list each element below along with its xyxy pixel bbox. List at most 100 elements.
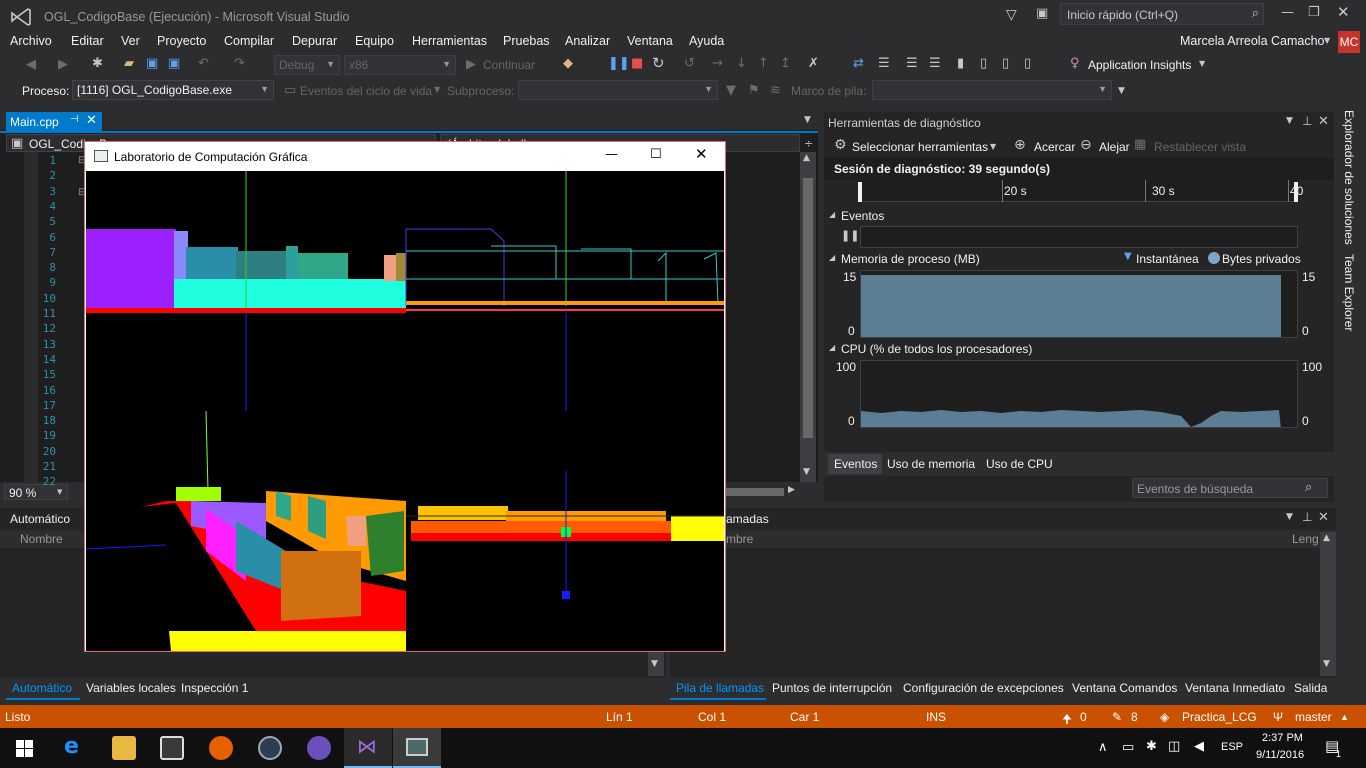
timeline-start-handle[interactable]: [858, 182, 862, 202]
redo-icon[interactable]: ↷: [234, 57, 245, 70]
zoom-in-button[interactable]: Acercar: [1034, 140, 1075, 154]
battery-icon[interactable]: ▭: [1122, 741, 1134, 754]
feedback-icon[interactable]: ▣: [1036, 7, 1048, 20]
stack-frame-select[interactable]: ▼: [872, 80, 1112, 100]
horizontal-scroll-thumb[interactable]: [726, 488, 784, 496]
maximize-icon[interactable]: ☐: [650, 148, 662, 161]
split-icon[interactable]: ÷: [804, 138, 813, 149]
memory-chart[interactable]: [860, 270, 1298, 338]
bookmark-prev-icon[interactable]: ▯: [980, 57, 987, 70]
menu-depurar[interactable]: Depurar: [292, 34, 337, 48]
menu-ayuda[interactable]: Ayuda: [689, 34, 724, 48]
indent-icon[interactable]: ☰: [906, 57, 918, 70]
chevron-down-icon[interactable]: ▼: [1286, 117, 1293, 126]
filter-icon[interactable]: ▼: [726, 84, 736, 97]
edge-icon[interactable]: e: [64, 736, 79, 758]
thread-select[interactable]: ▼: [518, 80, 718, 100]
cpu-chart[interactable]: [860, 360, 1298, 428]
tab-locals[interactable]: Variables locales: [86, 681, 176, 695]
pin-icon[interactable]: ⊥: [1302, 511, 1312, 523]
reset-view-button[interactable]: Restablecer vista: [1154, 140, 1246, 154]
close-icon[interactable]: ✕: [86, 114, 97, 127]
scroll-thumb[interactable]: [803, 178, 813, 438]
tab-command-window[interactable]: Ventana Comandos: [1072, 681, 1177, 695]
bluetooth-icon[interactable]: ✱: [1146, 740, 1157, 753]
format-icon[interactable]: ☰: [878, 57, 890, 70]
quick-launch-input[interactable]: Inicio rápido (Ctrl+Q) ⌕: [1060, 3, 1264, 25]
vertical-scrollbar[interactable]: ▲ ▼: [1320, 532, 1336, 676]
scroll-down-icon[interactable]: ▼: [651, 660, 658, 669]
process-select[interactable]: [1116] OGL_CodigoBase.exe ▼: [72, 80, 274, 100]
tab-autos[interactable]: Automático: [6, 678, 80, 700]
zoom-out-button[interactable]: Alejar: [1099, 140, 1130, 154]
pin-icon[interactable]: ⊥: [1302, 115, 1312, 127]
outdent-icon[interactable]: ☰: [929, 57, 941, 70]
network-icon[interactable]: ◫: [1168, 740, 1180, 753]
unpublished-commits[interactable]: 0: [1080, 710, 1087, 724]
file-explorer-icon[interactable]: [112, 736, 136, 760]
avatar[interactable]: MC: [1338, 31, 1360, 53]
menu-analizar[interactable]: Analizar: [565, 34, 610, 48]
tab-immediate-window[interactable]: Ventana Inmediato: [1185, 681, 1285, 695]
expand-icon[interactable]: ◢: [829, 254, 835, 262]
branch-name[interactable]: master: [1295, 710, 1332, 724]
scroll-up-icon[interactable]: ▲: [1323, 534, 1330, 543]
chevron-up-icon[interactable]: ▲: [1340, 712, 1349, 722]
menu-pruebas[interactable]: Pruebas: [503, 34, 550, 48]
pending-changes[interactable]: 8: [1131, 710, 1138, 724]
expand-icon[interactable]: ◢: [829, 211, 835, 219]
menu-archivo[interactable]: Archivo: [10, 34, 52, 48]
repository-name[interactable]: Practica_LCG: [1182, 710, 1257, 724]
clock-date[interactable]: 9/11/2016: [1256, 749, 1304, 761]
continue-button[interactable]: Continuar: [483, 58, 535, 72]
opengl-app-window[interactable]: Laboratorio de Computación Gráfica — ☐ ✕: [84, 141, 726, 652]
opengl-render-canvas[interactable]: [86, 171, 724, 651]
windows-start-icon[interactable]: [16, 740, 33, 757]
menu-ver[interactable]: Ver: [121, 34, 140, 48]
open-folder-icon[interactable]: ▰: [124, 57, 134, 70]
bookmark-icon[interactable]: ▮: [957, 57, 964, 70]
pause-icon[interactable]: ❚❚: [608, 57, 630, 70]
minimize-icon[interactable]: —: [605, 148, 618, 161]
tab-main-cpp[interactable]: Main.cpp ⊣ ✕: [6, 112, 102, 131]
restore-icon[interactable]: ❐: [1308, 6, 1320, 19]
menu-herramientas[interactable]: Herramientas: [412, 34, 487, 48]
tab-eventos[interactable]: Eventos: [828, 454, 882, 474]
back-icon[interactable]: ◀: [26, 58, 36, 71]
close-icon[interactable]: ✕: [1318, 115, 1329, 128]
menu-compilar[interactable]: Compilar: [224, 34, 274, 48]
step-into-icon[interactable]: →: [712, 57, 723, 70]
show-next-statement-icon[interactable]: ↺: [684, 57, 695, 70]
filter-icon[interactable]: ▽: [1006, 8, 1017, 22]
toolbar-overflow-icon[interactable]: ▼: [1118, 87, 1125, 96]
scroll-down-icon[interactable]: ▼: [803, 468, 810, 477]
github-icon[interactable]: [307, 736, 331, 760]
store-icon[interactable]: [160, 736, 184, 760]
timeline-ruler[interactable]: 20 s 30 s 40: [858, 180, 1303, 202]
menu-proyecto[interactable]: Proyecto: [157, 34, 206, 48]
save-all-icon[interactable]: ▣: [168, 57, 180, 70]
pause-events-icon[interactable]: ❚❚: [841, 230, 859, 241]
configuration-select[interactable]: Debug ▼: [274, 55, 340, 75]
platform-select[interactable]: x86 ▼: [344, 55, 456, 75]
close-icon[interactable]: ✕: [695, 147, 708, 162]
tab-cpu-usage[interactable]: Uso de CPU: [986, 457, 1053, 471]
stop-icon[interactable]: ■: [631, 57, 643, 70]
hex-icon[interactable]: ⇄: [853, 57, 864, 70]
chevron-down-icon[interactable]: ▼: [1286, 513, 1293, 522]
chevron-down-icon[interactable]: ▼: [1324, 37, 1330, 45]
event-search-input[interactable]: Eventos de búsqueda ⌕: [1132, 478, 1328, 498]
flag-icon[interactable]: ⚑: [748, 84, 760, 97]
menu-editar[interactable]: Editar: [71, 34, 104, 48]
visual-studio-taskbar-button[interactable]: ⋈: [344, 728, 392, 768]
step-out-icon[interactable]: ↑: [758, 57, 769, 70]
menu-equipo[interactable]: Equipo: [355, 34, 394, 48]
app-icon[interactable]: [258, 736, 282, 760]
scroll-right-icon[interactable]: ▶: [788, 486, 795, 495]
restart-icon[interactable]: ↻: [652, 56, 665, 71]
user-name[interactable]: Marcela Arreola Camacho: [1180, 34, 1325, 48]
firefox-icon[interactable]: [209, 736, 233, 760]
breakpoint-toggle-icon[interactable]: ✗: [808, 57, 819, 70]
minimize-icon[interactable]: —: [1281, 6, 1294, 19]
tab-team-explorer[interactable]: Team Explorer: [1342, 254, 1356, 331]
